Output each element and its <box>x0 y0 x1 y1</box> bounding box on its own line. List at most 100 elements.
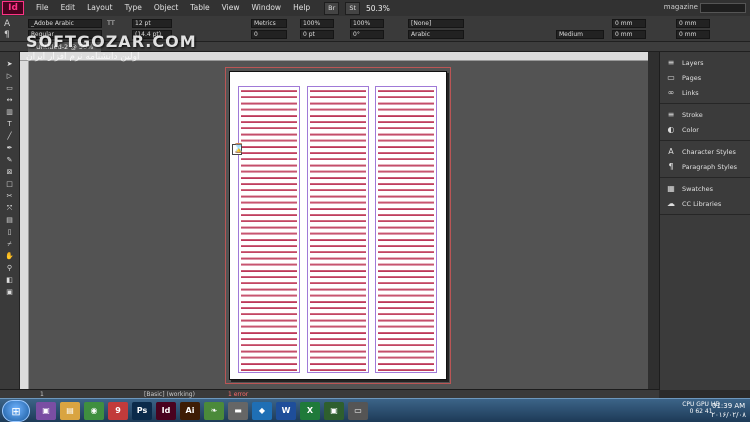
panel-label: CC Libraries <box>682 199 722 208</box>
illustrator-taskbar-icon[interactable]: Ai <box>180 402 200 420</box>
scissors-tool-icon[interactable]: ✂ <box>4 192 16 201</box>
panel-group: ≡ Stroke ◐ Color <box>660 104 750 141</box>
links-icon: ∞ <box>667 88 675 97</box>
content-collector-icon[interactable]: ▥ <box>4 108 16 117</box>
menu-object[interactable]: Object <box>148 0 184 16</box>
photoshop-taskbar-icon[interactable]: Ps <box>132 402 152 420</box>
tracking-field[interactable]: 0 <box>251 30 287 39</box>
document-page[interactable] <box>229 71 447 380</box>
menu-window[interactable]: Window <box>245 0 287 16</box>
first-line-indent-field[interactable]: 0 mm <box>612 30 646 39</box>
language-field[interactable]: Arabic <box>408 30 464 39</box>
page-number[interactable]: 1 <box>40 391 44 398</box>
fill-stroke-icon[interactable]: ◧ <box>4 276 16 285</box>
line-tool-icon[interactable]: ╱ <box>4 132 16 141</box>
chrome-taskbar-icon[interactable]: ◉ <box>84 402 104 420</box>
workspace-switcher[interactable]: magazine <box>664 3 698 11</box>
folder-taskbar-icon[interactable]: ▤ <box>60 402 80 420</box>
panel-links[interactable]: ∞ Links <box>660 85 750 100</box>
horizontal-scale-field[interactable]: 100% <box>350 19 384 28</box>
panel-group: ≡ Layers ▭ Pages ∞ Links <box>660 52 750 104</box>
panel-label: Swatches <box>682 184 714 193</box>
scroll-strip[interactable] <box>648 52 659 390</box>
eyedropper-tool-icon[interactable]: ⌿ <box>4 240 16 249</box>
shield-taskbar-icon[interactable]: ◆ <box>252 402 272 420</box>
panel-paragraph-styles[interactable]: ¶ Paragraph Styles <box>660 159 750 174</box>
menu-help[interactable]: Help <box>287 0 316 16</box>
hand-tool-icon[interactable]: ✋ <box>4 252 16 261</box>
selection-tool-icon[interactable]: ➤ <box>4 60 16 69</box>
rectangle-tool-icon[interactable]: □ <box>4 180 16 189</box>
panel-character-styles[interactable]: A Character Styles <box>660 144 750 159</box>
pasteboard[interactable]: ⌛ <box>29 61 648 389</box>
pencil-tool-icon[interactable]: ✎ <box>4 156 16 165</box>
zoom-level[interactable]: 50.3% <box>366 4 390 13</box>
menu-file[interactable]: File <box>30 0 55 16</box>
kerning-field[interactable]: Metrics <box>251 19 287 28</box>
gray-taskbar-icon[interactable]: ▬ <box>228 402 248 420</box>
bridge-button[interactable]: Br <box>324 1 340 15</box>
panel-stroke[interactable]: ≡ Stroke <box>660 107 750 122</box>
note-tool-icon[interactable]: ▯ <box>4 228 16 237</box>
monitor-taskbar-icon[interactable]: ▣ <box>324 402 344 420</box>
page-tool-icon[interactable]: ▭ <box>4 84 16 93</box>
rectangle-frame-tool-icon[interactable]: ⊠ <box>4 168 16 177</box>
excel-taskbar-icon[interactable]: X <box>300 402 320 420</box>
menu-layout[interactable]: Layout <box>81 0 119 16</box>
clock[interactable]: 01:39 AM ۲۰۱۶/۰۲/۰۸ <box>711 402 746 420</box>
status-bar: 1 [Basic] (working) 1 error <box>0 389 659 398</box>
watermark-title: SOFTGOZAR.COM <box>26 32 197 51</box>
panel-pages[interactable]: ▭ Pages <box>660 70 750 85</box>
menu-type[interactable]: Type <box>119 0 148 16</box>
panel-label: Color <box>682 125 699 134</box>
direct-selection-tool-icon[interactable]: ▷ <box>4 72 16 81</box>
paragraph-mode-icon[interactable]: ¶ <box>4 30 10 40</box>
pen-tool-icon[interactable]: ✒ <box>4 144 16 153</box>
character-mode-icon[interactable]: A <box>4 19 10 29</box>
zoom-tool-icon[interactable]: ⚲ <box>4 264 16 273</box>
indesign-logo: Id <box>2 1 24 15</box>
panel-layers[interactable]: ≡ Layers <box>660 55 750 70</box>
space-after-field[interactable]: 0 mm <box>676 30 710 39</box>
panel-cc-libraries[interactable]: ☁ CC Libraries <box>660 196 750 211</box>
indesign-taskbar-icon[interactable]: Id <box>156 402 176 420</box>
character-style-field[interactable]: [None] <box>408 19 464 28</box>
paragraph-styles-icon: ¶ <box>668 162 674 171</box>
capture-taskbar-icon[interactable]: ▭ <box>348 402 368 420</box>
menu-table[interactable]: Table <box>184 0 215 16</box>
skew-field[interactable]: 0° <box>350 30 384 39</box>
panel-color[interactable]: ◐ Color <box>660 122 750 137</box>
space-before-field[interactable]: 0 mm <box>676 19 710 28</box>
font-family-field[interactable]: _Adobe Arabic <box>28 19 102 28</box>
vertical-ruler[interactable] <box>20 61 29 389</box>
baseline-shift-field[interactable]: 0 pt <box>300 30 334 39</box>
preflight-error-count[interactable]: 1 error <box>228 391 248 398</box>
gradient-tool-icon[interactable]: ▤ <box>4 216 16 225</box>
start-button[interactable]: ⊞ <box>2 400 30 422</box>
windows-taskbar: ⊞ ▣ ▤ ◉ 9 Ps Id Ai ❧ ▬ ◆ W X ▣ ▭ CPU GPU HD 0 62 41 0… <box>0 398 750 422</box>
explorer-taskbar-icon[interactable]: ▣ <box>36 402 56 420</box>
font-size-field[interactable]: 12 pt <box>132 19 172 28</box>
preflight-profile[interactable]: [Basic] (working) <box>144 391 195 398</box>
text-column-1[interactable] <box>238 86 300 373</box>
stock-button[interactable]: St <box>345 1 360 15</box>
text-column-2[interactable] <box>307 86 369 373</box>
search-field[interactable] <box>700 3 746 13</box>
free-transform-tool-icon[interactable]: ⤧ <box>4 204 16 213</box>
text-column-3[interactable] <box>375 86 437 373</box>
screen-mode-icon[interactable]: ▣ <box>4 288 16 297</box>
vertical-scale-field[interactable]: 100% <box>300 19 334 28</box>
stroke-style-field[interactable]: Medium <box>556 30 604 39</box>
type-tool-icon[interactable]: T <box>4 120 16 129</box>
gap-tool-icon[interactable]: ↔ <box>4 96 16 105</box>
menu-edit[interactable]: Edit <box>55 0 82 16</box>
leaf-taskbar-icon[interactable]: ❧ <box>204 402 224 420</box>
arabic-body-text <box>241 88 297 371</box>
menu-bar: Id File Edit Layout Type Object Table View Wind… <box>0 0 750 16</box>
tt-allcaps-button[interactable]: TT <box>107 19 115 27</box>
word-taskbar-icon[interactable]: W <box>276 402 296 420</box>
panel-swatches[interactable]: ▦ Swatches <box>660 181 750 196</box>
menu-view[interactable]: View <box>216 0 246 16</box>
app9-taskbar-icon[interactable]: 9 <box>108 402 128 420</box>
left-indent-field[interactable]: 0 mm <box>612 19 646 28</box>
